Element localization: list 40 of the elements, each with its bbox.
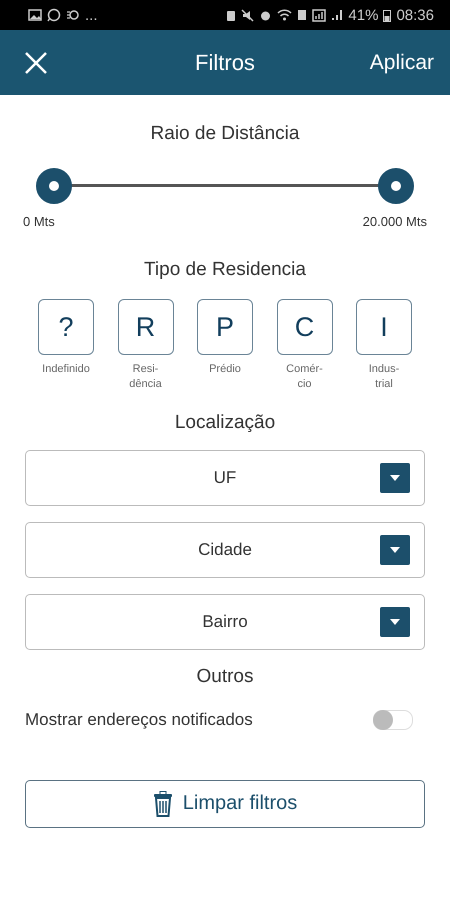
overflow-text: ...: [85, 6, 98, 24]
mute-icon: [241, 8, 254, 22]
chart-icon: [312, 8, 326, 22]
toggle-switch[interactable]: [373, 710, 413, 730]
battery-icon: [383, 8, 392, 22]
close-icon[interactable]: [24, 50, 48, 74]
trash-icon: [152, 790, 173, 817]
section-title: Outros: [196, 666, 254, 688]
dropdown-icon: [380, 606, 410, 637]
type-option[interactable]: ?: [38, 299, 94, 355]
slider-handle[interactable]: [378, 168, 414, 204]
toggle-label: Mostrar endereços notificados: [25, 710, 253, 730]
dropdown-icon: [380, 462, 410, 493]
signal-icon: [331, 9, 344, 21]
clock-time: 08:36: [396, 6, 434, 24]
dropdown-field[interactable]: UF: [25, 450, 425, 506]
type-option[interactable]: C: [276, 299, 332, 355]
slider-handle[interactable]: [36, 168, 72, 204]
clear-filters-button[interactable]: Limpar filtros: [25, 780, 425, 828]
section-title: Tipo de Residencia: [144, 259, 306, 281]
type-label: Indefinido: [42, 362, 90, 377]
section-title: Raio de Distância: [150, 123, 300, 145]
type-option[interactable]: P: [197, 299, 253, 355]
apply-button[interactable]: Aplicar: [370, 50, 434, 74]
type-label: Indus- trial: [368, 362, 400, 392]
image-icon: [28, 9, 42, 21]
min-label: 0 Mts: [23, 214, 55, 229]
wifi-icon: [277, 9, 292, 21]
dropdown-field[interactable]: Bairro: [25, 594, 425, 650]
type-label: Resi- dência: [129, 362, 162, 392]
type-option[interactable]: I: [356, 299, 412, 355]
dropdown-icon: [380, 534, 410, 565]
section-title: Localização: [174, 412, 276, 434]
battery-level: 41%: [348, 6, 378, 24]
dropdown-field[interactable]: Cidade: [25, 522, 425, 578]
type-option[interactable]: R: [118, 299, 174, 355]
max-label: 20.000 Mts: [362, 214, 427, 229]
screen-title: Filtros: [195, 50, 255, 76]
type-label: Comér- cio: [286, 362, 323, 392]
type-label: Prédio: [209, 362, 241, 377]
